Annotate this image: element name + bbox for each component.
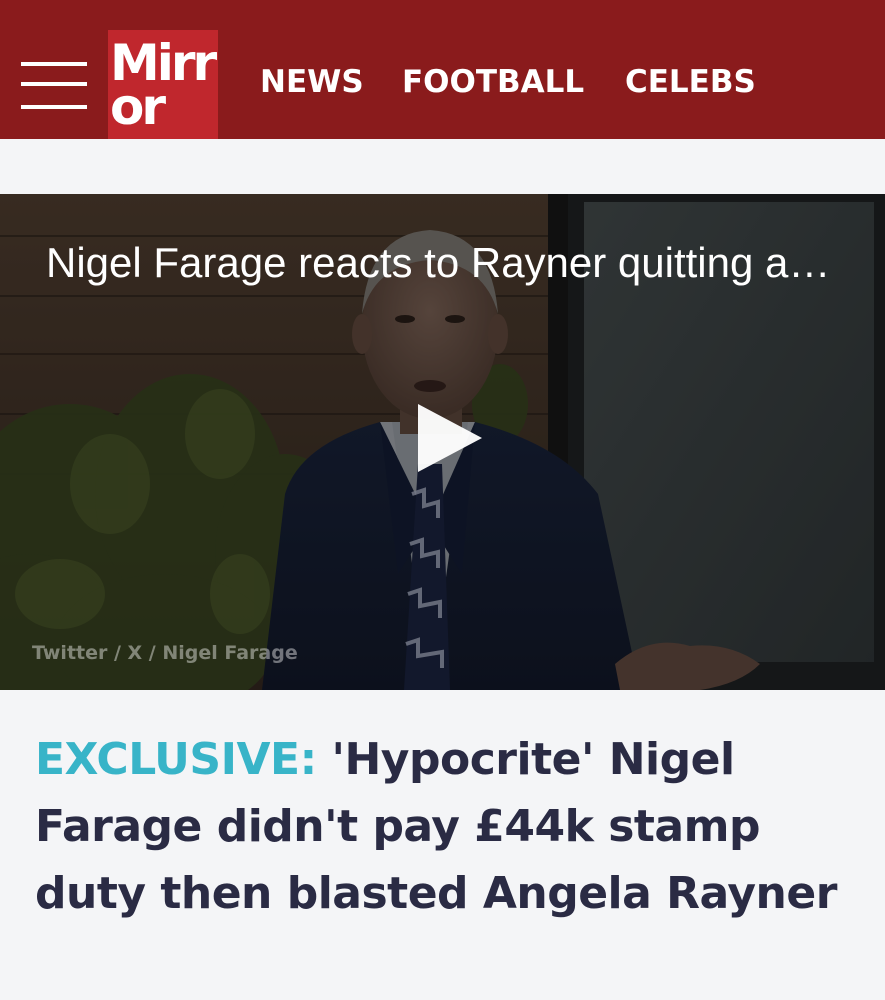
menu-bar — [21, 105, 87, 109]
video-title: Nigel Farage reacts to Rayner quitting a… — [46, 239, 846, 286]
exclusive-kicker: EXCLUSIVE: — [35, 734, 317, 785]
nav-celebs[interactable]: CELEBS — [625, 60, 756, 104]
nav-football[interactable]: FOOTBALL — [402, 60, 584, 104]
logo-line-2: or — [110, 78, 166, 136]
nav-news[interactable]: NEWS — [260, 60, 364, 104]
menu-bar — [21, 82, 87, 86]
mirror-logo[interactable]: Mirr or — [108, 30, 218, 139]
article-headline[interactable]: EXCLUSIVE: 'Hypocrite' Nigel Farage didn… — [35, 726, 855, 927]
video-player[interactable]: Nigel Farage reacts to Rayner quitting a… — [0, 194, 885, 690]
site-header: Mirr or NEWS FOOTBALL CELEBS — [0, 0, 885, 139]
play-icon[interactable] — [408, 402, 488, 474]
video-credit: Twitter / X / Nigel Farage — [32, 642, 298, 664]
menu-bar — [21, 62, 87, 66]
hamburger-menu-icon[interactable] — [21, 62, 87, 112]
